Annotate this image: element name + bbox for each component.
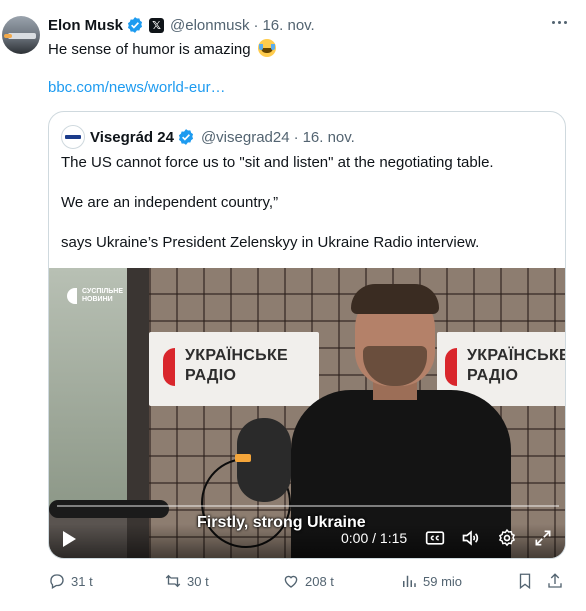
separator-dot: · <box>253 16 259 34</box>
share-icon <box>548 573 562 588</box>
avatar-flame-graphic <box>4 34 12 38</box>
radio-logo-mark <box>163 348 175 386</box>
repost-button[interactable]: 30 t <box>164 572 209 590</box>
author-handle[interactable]: @elonmusk <box>170 17 249 34</box>
mic-arm <box>49 500 169 518</box>
broadcaster-line-1: СУСПІЛЬНЕ <box>82 288 124 295</box>
settings-gear-icon[interactable] <box>497 528 517 548</box>
bookmark-icon <box>519 573 531 590</box>
verified-badge-icon <box>178 129 194 145</box>
quoted-text-line-1: The US cannot force us to "sit and liste… <box>61 154 494 171</box>
quoted-tweet-date[interactable]: 16. nov. <box>303 129 355 146</box>
reply-button[interactable]: 31 t <box>48 572 93 590</box>
more-dot <box>564 21 567 24</box>
tweet-actions: 31 t 30 t 208 t 59 mio <box>48 572 568 592</box>
laughing-emoji-icon <box>257 39 276 57</box>
studio-sign-text: УКРАЇНСЬКЕ РАДІО <box>185 346 288 386</box>
verified-badge-icon <box>127 17 143 33</box>
bookmark-button[interactable] <box>516 572 539 590</box>
repost-count: 30 t <box>187 573 209 589</box>
quoted-tweet-header: Visegrád 24 @visegrad24 · 16. nov. <box>61 125 355 149</box>
speaker-hair <box>351 284 439 314</box>
quoted-author-avatar[interactable] <box>61 125 85 149</box>
video-time: 0:00 / 1:15 <box>341 530 408 546</box>
broadcaster-logo: СУСПІЛЬНЕ НОВИНИ <box>67 288 123 304</box>
more-dot <box>552 21 555 24</box>
views-count: 59 mio <box>423 573 463 589</box>
separator-dot: · <box>293 128 299 146</box>
quoted-author-handle[interactable]: @visegrad24 <box>201 129 290 146</box>
sign-line-1: УКРАЇНСЬКЕ <box>185 347 288 364</box>
author-avatar[interactable] <box>2 16 40 54</box>
repost-icon <box>165 574 181 588</box>
reply-icon <box>50 574 64 589</box>
captions-icon[interactable] <box>425 528 445 548</box>
tweet-date[interactable]: 16. nov. <box>262 17 314 34</box>
sign-line-2: РАДІО <box>185 367 237 384</box>
fullscreen-icon[interactable] <box>533 528 553 548</box>
tweet-text: He sense of humor is amazing <box>48 39 276 60</box>
like-count: 208 t <box>305 573 334 589</box>
x-affiliate-badge-icon: 𝕏 <box>149 17 165 33</box>
mic-light <box>235 454 251 462</box>
video-progress-bar[interactable] <box>57 505 559 507</box>
more-options-icon[interactable] <box>548 17 571 28</box>
video-player[interactable]: УКРАЇНСЬКЕ РАДІО УКРАЇНСЬКЕ РАДІО СУСПІЛ… <box>49 268 565 558</box>
broadcaster-line-2: НОВИНИ <box>82 296 113 303</box>
play-icon[interactable] <box>63 531 76 547</box>
article-link[interactable]: bbc.com/news/world-eur… <box>48 79 226 96</box>
avatar-rocket-graphic <box>8 33 36 39</box>
quoted-author-name[interactable]: Visegrád 24 <box>90 129 174 146</box>
quoted-text-line-3: says Ukraine’s President Zelenskyy in Uk… <box>61 234 480 251</box>
broadcaster-mark-icon <box>67 288 77 304</box>
share-button[interactable] <box>546 572 569 590</box>
like-button[interactable]: 208 t <box>282 572 334 590</box>
volume-icon[interactable] <box>461 528 481 548</box>
quoted-tweet[interactable]: Visegrád 24 @visegrad24 · 16. nov. The U… <box>48 111 566 559</box>
heart-icon <box>284 575 298 588</box>
more-dot <box>558 21 561 24</box>
author-name[interactable]: Elon Musk <box>48 17 123 34</box>
analytics-icon <box>403 575 416 587</box>
studio-window <box>49 268 127 508</box>
reply-count: 31 t <box>71 573 93 589</box>
tweet[interactable]: Elon Musk 𝕏 @elonmusk · 16. nov. He sens… <box>0 0 586 611</box>
quoted-text-line-2: We are an independent country,” <box>61 194 279 211</box>
views-button[interactable]: 59 mio <box>400 572 462 590</box>
broadcaster-text: СУСПІЛЬНЕ НОВИНИ <box>82 288 123 304</box>
tweet-text-content: He sense of humor is amazing <box>48 41 251 58</box>
tweet-header: Elon Musk 𝕏 @elonmusk · 16. nov. <box>48 15 315 35</box>
